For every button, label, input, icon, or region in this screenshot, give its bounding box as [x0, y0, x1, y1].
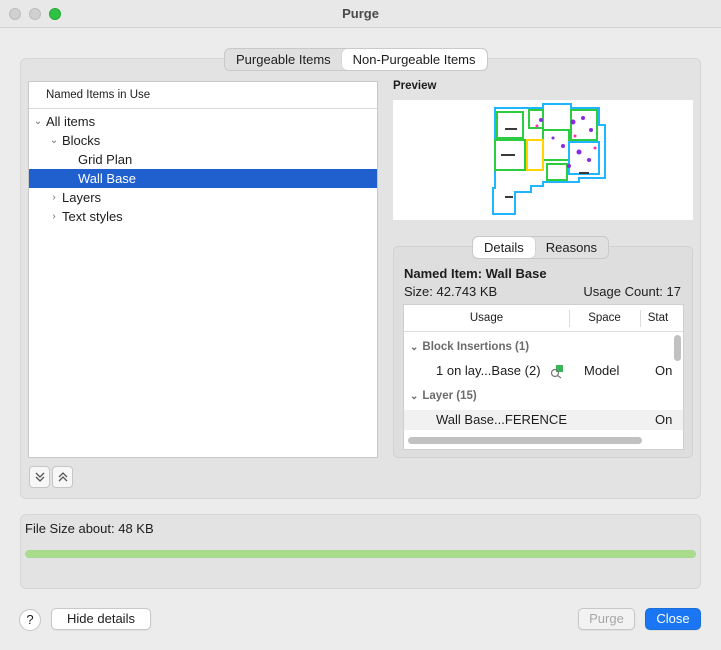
column-space[interactable]: Space	[569, 305, 640, 332]
help-button[interactable]: ?	[19, 609, 41, 631]
named-items-tree[interactable]: Named Items in Use ⌄ All items ⌄ Blocks …	[28, 81, 378, 458]
tree-item-label: Grid Plan	[78, 152, 133, 167]
collapse-all-button[interactable]	[52, 466, 73, 488]
usage-table[interactable]: Usage Space Stat ⌄ Block Insertions (1) 1…	[403, 304, 684, 450]
tree-item-label: Wall Base	[78, 171, 137, 186]
expand-all-button[interactable]	[29, 466, 50, 488]
tree-item-wall-base[interactable]: Wall Base	[29, 169, 377, 188]
file-size-label: File Size about: 48 KB	[25, 521, 154, 536]
chevron-down-icon[interactable]: ⌄	[48, 131, 60, 150]
block-insert-icon	[550, 365, 563, 379]
chevron-down-icon[interactable]: ⌄	[410, 391, 418, 402]
usage-table-header: Usage Space Stat	[404, 305, 683, 332]
horizontal-scrollbar[interactable]	[408, 437, 642, 444]
expand-all-icon	[35, 472, 44, 482]
group-label: Layer (15)	[422, 390, 477, 402]
status-cell: On	[655, 363, 673, 378]
tree-item-label: Text styles	[62, 209, 123, 224]
space-cell: Model	[584, 363, 620, 378]
window-title: Purge	[342, 6, 379, 21]
usage-cell: Wall Base...FERENCE	[436, 412, 567, 427]
status-cell: On	[655, 412, 673, 427]
chevron-down-icon[interactable]: ⌄	[410, 342, 418, 353]
tree-item-label: Blocks	[62, 133, 101, 148]
tree-item-grid-plan[interactable]: Grid Plan	[29, 150, 377, 169]
details-tabs: Details Reasons	[472, 236, 610, 259]
tab-non-purgeable-items[interactable]: Non-Purgeable Items	[341, 49, 487, 70]
purge-tabs: Purgeable Items Non-Purgeable Items	[224, 48, 488, 71]
progress-fill	[26, 551, 695, 557]
column-status[interactable]: Stat	[640, 305, 676, 332]
purge-button[interactable]: Purge	[578, 608, 635, 630]
drawing-preview	[393, 100, 693, 220]
tree-item-label: All items	[46, 114, 96, 129]
close-button[interactable]: Close	[645, 608, 701, 630]
tree-item-text-styles[interactable]: › Text styles	[29, 207, 377, 226]
tree-column-header: Named Items in Use	[29, 82, 377, 109]
chevron-right-icon[interactable]: ›	[48, 207, 60, 226]
floor-plan-thumbnail	[492, 103, 606, 215]
tab-details[interactable]: Details	[473, 237, 535, 258]
group-label: Block Insertions (1)	[422, 341, 530, 353]
hide-details-button[interactable]: Hide details	[51, 608, 151, 630]
collapse-all-icon	[58, 472, 67, 482]
title-bar: Purge	[0, 0, 721, 28]
column-usage[interactable]: Usage	[404, 305, 569, 332]
tree-item-label: Layers	[62, 190, 102, 205]
vertical-scrollbar[interactable]	[674, 335, 681, 361]
group-layer[interactable]: ⌄ Layer (15)	[410, 390, 477, 402]
preview-label: Preview	[393, 80, 437, 92]
chevron-down-icon[interactable]: ⌄	[32, 112, 44, 131]
tab-reasons[interactable]: Reasons	[535, 237, 608, 258]
file-size-progress-bar	[25, 550, 696, 558]
usage-cell: 1 on lay...Base (2)	[436, 363, 541, 378]
tree-item-all-items[interactable]: ⌄ All items	[29, 112, 377, 131]
named-item-title: Named Item: Wall Base	[404, 266, 547, 281]
chevron-right-icon[interactable]: ›	[48, 188, 60, 207]
usage-count: Usage Count: 17	[583, 284, 681, 299]
table-row[interactable]: Wall Base...FERENCE On	[404, 410, 683, 430]
tab-purgeable-items[interactable]: Purgeable Items	[225, 49, 342, 70]
item-size: Size: 42.743 KB	[404, 284, 498, 299]
tree-item-layers[interactable]: › Layers	[29, 188, 377, 207]
tree-item-blocks[interactable]: ⌄ Blocks	[29, 131, 377, 150]
group-block-insertions[interactable]: ⌄ Block Insertions (1)	[410, 341, 529, 353]
